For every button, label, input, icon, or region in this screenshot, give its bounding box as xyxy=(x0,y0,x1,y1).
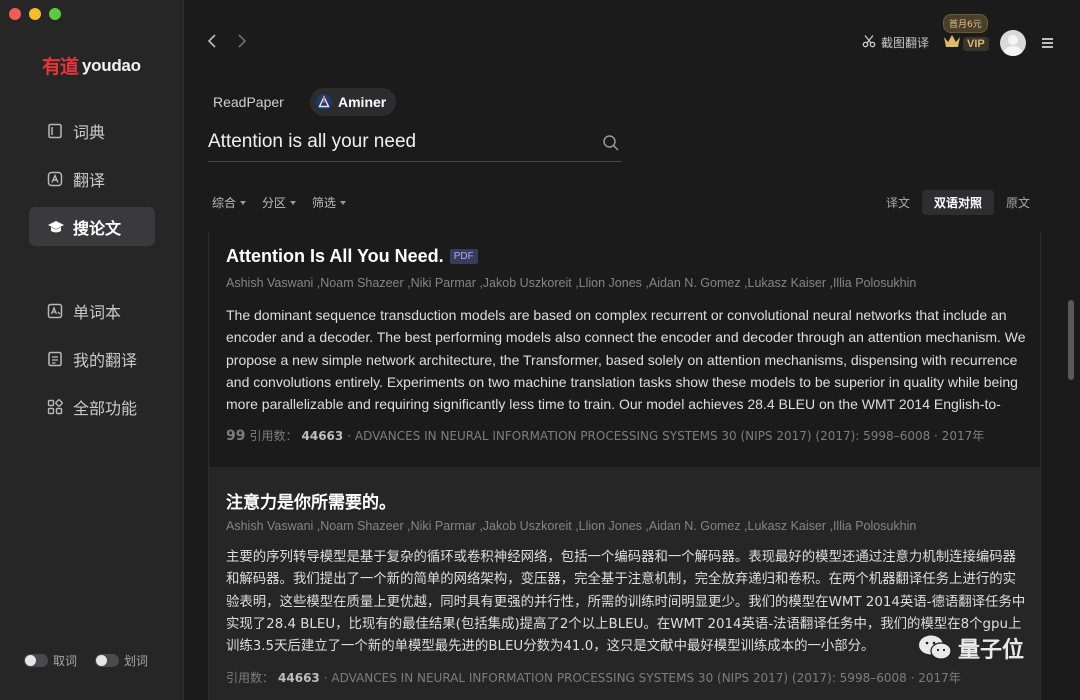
youdao-logo: 有道 youdao xyxy=(42,52,141,79)
venue-text: · ADVANCES IN NEURAL INFORMATION PROCESS… xyxy=(347,429,985,443)
mode-original[interactable]: 原文 xyxy=(994,190,1042,215)
filter-label: 综合 xyxy=(212,196,237,210)
sidebar-item-all-features[interactable]: 全部功能 xyxy=(29,387,155,426)
logo-en-text: youdao xyxy=(82,55,141,75)
tab-label: Aminer xyxy=(338,94,387,110)
watermark: 量子位 xyxy=(918,632,1024,664)
wordbook-icon xyxy=(47,303,63,319)
document-icon xyxy=(47,351,63,367)
window-controls xyxy=(9,8,61,20)
mode-translation[interactable]: 译文 xyxy=(874,190,922,215)
aminer-logo-icon xyxy=(316,94,332,110)
vip-promo-badge: 首月6元 xyxy=(943,14,988,33)
sidebar-item-dictionary[interactable]: 词典 xyxy=(29,111,155,150)
quote-icon: 99 xyxy=(226,427,246,444)
wechat-logo-icon xyxy=(918,634,952,662)
sidebar-item-label: 我的翻译 xyxy=(73,350,138,370)
vip-label: VIP xyxy=(963,36,989,51)
filter-bar: 综合 分区 筛选 xyxy=(212,194,347,211)
graduation-cap-icon xyxy=(47,219,64,235)
app-window: 有道 youdao 词典 翻译 搜论文 单词本 我的翻译 全部功能 取词 划词 … xyxy=(0,0,1080,700)
book-icon xyxy=(47,123,63,139)
result-meta: 引用数： 44663 · ADVANCES IN NEURAL INFORMAT… xyxy=(226,669,961,686)
citations-count: 44663 xyxy=(301,428,344,443)
chevron-down-icon xyxy=(240,200,247,205)
toggle-label: 取词 xyxy=(53,654,78,668)
search-input[interactable] xyxy=(208,126,588,158)
mode-bilingual[interactable]: 双语对照 xyxy=(922,190,995,215)
watermark-text: 量子位 xyxy=(958,638,1025,663)
toggle-label: 划词 xyxy=(124,654,149,668)
tab-readpaper[interactable]: ReadPaper xyxy=(213,88,284,116)
toggle-switch[interactable] xyxy=(95,654,120,667)
search-box xyxy=(208,126,622,162)
sidebar-toggles: 取词 划词 xyxy=(24,652,148,669)
result-card[interactable]: 注意力是你所需要的。 Ashish Vaswani ,Noam Shazeer … xyxy=(209,467,1040,700)
venue-text: · ADVANCES IN NEURAL INFORMATION PROCESS… xyxy=(323,671,961,685)
sidebar-item-label: 翻译 xyxy=(73,170,106,190)
sidebar-item-translate[interactable]: 翻译 xyxy=(29,159,155,198)
scrollbar-thumb[interactable] xyxy=(1068,300,1074,380)
sidebar-item-wordbook[interactable]: 单词本 xyxy=(29,291,155,330)
sidebar-item-search-papers[interactable]: 搜论文 xyxy=(29,207,155,246)
filter-label: 筛选 xyxy=(312,196,337,210)
zoom-window-button[interactable] xyxy=(49,8,61,20)
screenshot-translate-button[interactable]: 截图翻译 xyxy=(862,34,929,51)
pdf-badge[interactable]: PDF xyxy=(449,249,478,264)
translate-icon xyxy=(47,171,63,187)
result-title[interactable]: Attention Is All You Need. PDF xyxy=(226,246,478,267)
close-window-button[interactable] xyxy=(9,8,21,20)
citations-count: 44663 xyxy=(278,670,320,685)
search-icon[interactable] xyxy=(602,134,620,157)
chevron-down-icon xyxy=(290,200,297,205)
tab-label: ReadPaper xyxy=(213,94,284,110)
result-abstract: The dominant sequence transduction model… xyxy=(226,307,1026,413)
toggle-switch[interactable] xyxy=(24,654,48,667)
sidebar-item-label: 词典 xyxy=(73,122,106,142)
result-title-text[interactable]: 注意力是你所需要的。 xyxy=(226,488,396,513)
result-authors: Ashish Vaswani ,Noam Shazeer ,Niki Parma… xyxy=(226,276,917,290)
citations-label: 引用数： xyxy=(249,429,298,443)
back-arrow-icon[interactable] xyxy=(207,32,217,52)
filter-label: 分区 xyxy=(262,196,287,210)
citations-label: 引用数： xyxy=(226,671,275,685)
screenshot-translate-label: 截图翻译 xyxy=(881,36,930,50)
sidebar-item-label: 全部功能 xyxy=(73,398,138,418)
avatar[interactable] xyxy=(1000,30,1026,56)
selection-translate-toggle[interactable]: 划词 xyxy=(95,652,148,669)
grid-icon xyxy=(47,398,63,415)
vip-button[interactable]: VIP xyxy=(943,34,989,53)
tab-aminer[interactable]: Aminer xyxy=(310,88,397,116)
filter-partition-dropdown[interactable]: 分区 xyxy=(262,194,297,211)
forward-arrow-icon[interactable] xyxy=(237,32,247,52)
filter-screen-dropdown[interactable]: 筛选 xyxy=(312,194,347,211)
vip-crown-icon xyxy=(943,34,961,53)
word-pick-toggle[interactable]: 取词 xyxy=(24,652,77,669)
results-list: Attention Is All You Need. PDF Ashish Va… xyxy=(208,232,1041,700)
result-card[interactable]: Attention Is All You Need. PDF Ashish Va… xyxy=(209,232,1040,466)
language-mode-toggle: 译文 双语对照 原文 xyxy=(874,190,1042,215)
filter-overall-dropdown[interactable]: 综合 xyxy=(212,194,247,211)
result-title[interactable]: 注意力是你所需要的。 xyxy=(226,488,396,513)
result-abstract: 主要的序列转导模型是基于复杂的循环或卷积神经网络，包括一个编码器和一个解码器。表… xyxy=(226,550,1026,655)
minimize-window-button[interactable] xyxy=(29,8,41,20)
result-meta: 99 引用数： 44663 · ADVANCES IN NEURAL INFOR… xyxy=(226,427,984,444)
result-title-text[interactable]: Attention Is All You Need. xyxy=(226,246,444,267)
result-authors: Ashish Vaswani ,Noam Shazeer ,Niki Parma… xyxy=(226,519,917,533)
sidebar-item-label: 搜论文 xyxy=(73,218,122,238)
menu-icon[interactable] xyxy=(1042,38,1053,50)
sidebar-item-my-translations[interactable]: 我的翻译 xyxy=(29,339,155,378)
chevron-down-icon xyxy=(340,200,347,205)
sidebar: 有道 youdao 词典 翻译 搜论文 单词本 我的翻译 全部功能 取词 划词 xyxy=(0,0,184,700)
logo-cn-text: 有道 xyxy=(42,56,79,78)
sidebar-item-label: 单词本 xyxy=(73,302,122,322)
top-bar: 截图翻译 首月6元 VIP xyxy=(185,0,1080,70)
scissors-icon xyxy=(862,34,876,51)
